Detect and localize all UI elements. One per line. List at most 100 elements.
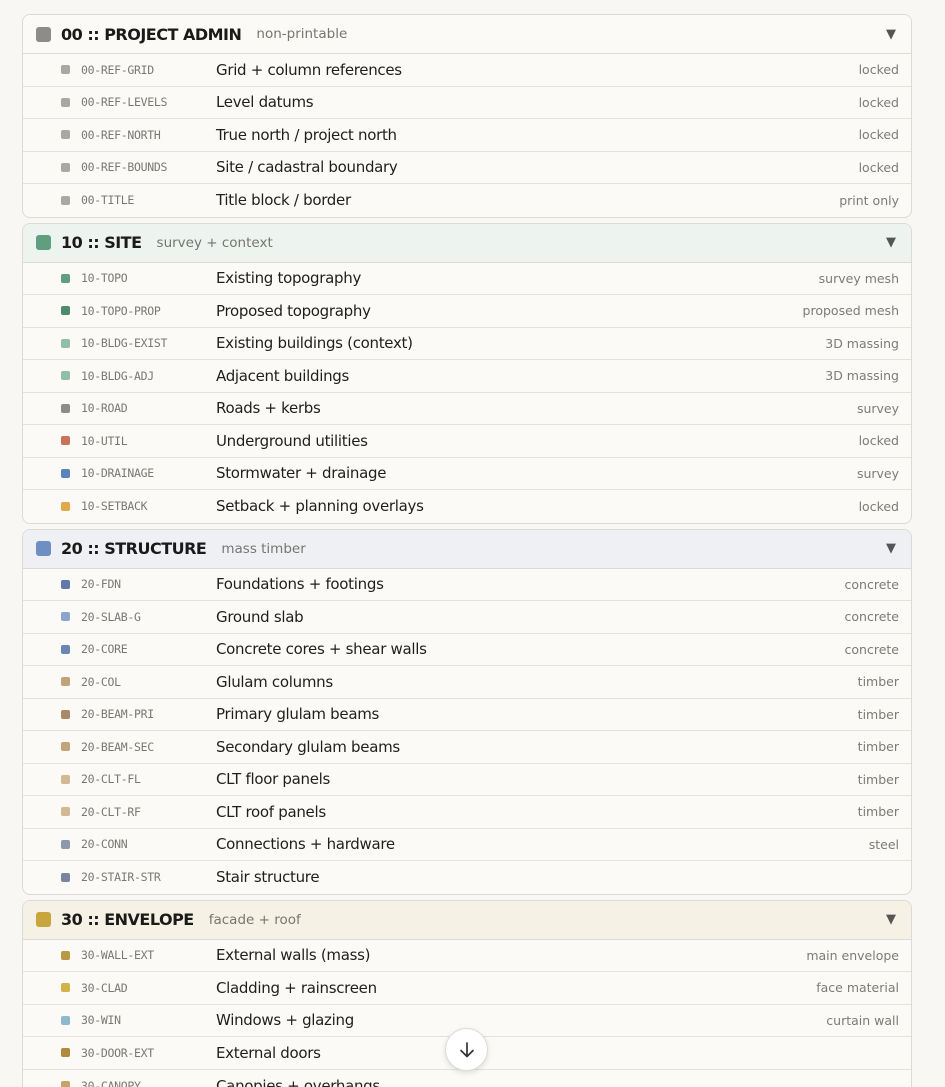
layer-color-swatch: [61, 839, 70, 849]
chevron-down-icon[interactable]: ▼: [884, 912, 898, 927]
layer-color-swatch: [61, 677, 70, 687]
layer-row[interactable]: 20-FDN Foundations + footings concrete: [23, 569, 911, 601]
layer-code: 00-REF-LEVELS: [81, 95, 168, 110]
layer-tag: main envelope: [806, 947, 899, 963]
group-color-swatch: [36, 912, 51, 927]
layer-code: 20-STAIR-STR: [81, 870, 161, 885]
scroll-down-button[interactable]: [445, 1028, 488, 1071]
layer-code: 20-CLT-RF: [81, 804, 141, 819]
layer-row[interactable]: 10-SETBACK Setback + planning overlays loc…: [23, 490, 911, 523]
layer-name: External doors: [216, 1043, 321, 1062]
layer-tag: timber: [857, 706, 899, 722]
layer-row[interactable]: 20-STAIR-STR Stair structure: [23, 861, 911, 894]
layer-row[interactable]: 10-TOPO-PROP Proposed topography proposed …: [23, 295, 911, 328]
layer-name: Title block / border: [216, 191, 351, 210]
layer-color-swatch: [61, 1015, 70, 1025]
chevron-down-icon[interactable]: ▼: [884, 541, 898, 556]
layer-row[interactable]: 10-UTIL Underground utilities locked: [23, 425, 911, 458]
group-title: 20 :: STRUCTURE: [61, 539, 207, 558]
layer-group-header[interactable]: 30 :: ENVELOPE facade + roof ▼: [23, 900, 911, 940]
layer-browser: 00 :: PROJECT ADMIN non-printable ▼ 00-REF-…: [22, 14, 912, 1087]
layer-code: 10-BLDG-ADJ: [81, 368, 154, 383]
layer-row[interactable]: 00-REF-BOUNDS Site / cadastral boundary lo…: [23, 152, 911, 184]
layer-row[interactable]: 20-CONN Connections + hardware steel: [23, 829, 911, 861]
layer-code: 30-WALL-EXT: [81, 948, 154, 963]
layer-tag: proposed mesh: [802, 303, 899, 319]
layer-name: Underground utilities: [216, 431, 368, 450]
layer-code: 00-REF-BOUNDS: [81, 160, 168, 175]
layer-row[interactable]: 10-DRAINAGE Stormwater + drainage survey: [23, 458, 911, 490]
layer-tag: timber: [857, 674, 899, 690]
layer-name: Stair structure: [216, 868, 320, 887]
layer-row[interactable]: 30-CANOPY Canopies + overhangs: [23, 1070, 911, 1087]
layer-row[interactable]: 20-COL Glulam columns timber: [23, 666, 911, 699]
layer-name: Cladding + rainscreen: [216, 978, 377, 997]
layer-name: Glulam columns: [216, 672, 333, 691]
layer-tag: print only: [839, 192, 899, 208]
layer-color-swatch: [61, 774, 70, 784]
layer-row[interactable]: 10-ROAD Roads + kerbs survey: [23, 393, 911, 425]
layer-code: 20-BEAM-SEC: [81, 739, 154, 754]
layer-color-swatch: [61, 97, 70, 107]
layer-code: 00-REF-NORTH: [81, 127, 161, 142]
group-title: 30 :: ENVELOPE: [61, 910, 194, 929]
group-title: 00 :: PROJECT ADMIN: [61, 24, 242, 44]
layer-color-swatch: [61, 807, 70, 817]
layer-tag: concrete: [844, 576, 899, 592]
layer-tag: timber: [857, 739, 899, 755]
layer-code: 00-TITLE: [81, 193, 134, 208]
layer-name: Foundations + footings: [216, 575, 384, 594]
layer-group-header[interactable]: 10 :: SITE survey + context ▼: [23, 223, 911, 263]
layer-row[interactable]: 10-TOPO Existing topography survey mesh: [23, 263, 911, 295]
layer-code: 20-FDN: [81, 577, 121, 592]
layer-color-swatch: [61, 371, 70, 381]
layer-name: Grid + column references: [216, 60, 402, 79]
layer-row[interactable]: 10-BLDG-ADJ Adjacent buildings 3D massing: [23, 360, 911, 393]
layer-color-swatch: [61, 709, 70, 719]
layer-tag: survey: [856, 400, 899, 416]
layer-row[interactable]: 20-SLAB-G Ground slab concrete: [23, 601, 911, 634]
layer-name: Canopies + overhangs: [216, 1076, 380, 1087]
layer-code: 30-CANOPY: [81, 1078, 141, 1087]
layer-row[interactable]: 00-REF-GRID Grid + column references locke…: [23, 54, 911, 87]
layer-color-swatch: [61, 403, 70, 413]
layer-row[interactable]: 00-REF-NORTH True north / project north lo…: [23, 119, 911, 152]
layer-row[interactable]: 20-BEAM-SEC Secondary glulam beams timber: [23, 731, 911, 764]
layer-tag: locked: [858, 94, 899, 110]
layer-row[interactable]: 20-CORE Concrete cores + shear walls concr…: [23, 634, 911, 666]
layer-row[interactable]: 20-CLT-FL CLT floor panels timber: [23, 764, 911, 796]
layer-name: External walls (mass): [216, 946, 371, 965]
layer-code: 30-WIN: [81, 1013, 121, 1028]
layer-group-header[interactable]: 00 :: PROJECT ADMIN non-printable ▼: [23, 15, 911, 54]
layer-tag: 3D massing: [825, 335, 899, 351]
layer-group: 00 :: PROJECT ADMIN non-printable ▼ 00-REF-…: [22, 14, 912, 218]
layer-code: 30-DOOR-EXT: [81, 1045, 154, 1060]
layer-code: 10-DRAINAGE: [81, 466, 154, 481]
layer-code: 10-BLDG-EXIST: [81, 336, 168, 351]
layer-row[interactable]: 20-CLT-RF CLT roof panels timber: [23, 796, 911, 829]
layer-tag: locked: [858, 127, 899, 143]
layer-group-header[interactable]: 20 :: STRUCTURE mass timber ▼: [23, 529, 911, 569]
layer-color-swatch: [61, 579, 70, 589]
layer-row[interactable]: 30-CLAD Cladding + rainscreen face materia…: [23, 972, 911, 1005]
layer-code: 30-CLAD: [81, 980, 128, 995]
layer-group: 20 :: STRUCTURE mass timber ▼20-FDN Foundat…: [22, 528, 912, 895]
layer-color-swatch: [61, 338, 70, 348]
layer-code: 10-SETBACK: [81, 499, 148, 514]
layer-row[interactable]: 20-BEAM-PRI Primary glulam beams timber: [23, 699, 911, 731]
layer-name: Stormwater + drainage: [216, 464, 387, 483]
layer-tag: timber: [857, 771, 899, 787]
chevron-down-icon[interactable]: ▼: [884, 27, 898, 42]
layer-name: Existing topography: [216, 269, 362, 288]
arrow-down-icon: [459, 1041, 474, 1057]
chevron-down-icon[interactable]: ▼: [884, 235, 898, 250]
layer-row[interactable]: 00-REF-LEVELS Level datums locked: [23, 87, 911, 119]
layer-name: Connections + hardware: [216, 835, 395, 854]
layer-tag: concrete: [844, 609, 899, 625]
layer-tag: locked: [858, 498, 899, 514]
layer-row[interactable]: 10-BLDG-EXIST Existing buildings (context…: [23, 328, 911, 360]
layer-row[interactable]: 00-TITLE Title block / border print only: [23, 184, 911, 217]
layer-code: 20-CONN: [81, 837, 128, 852]
layer-row[interactable]: 30-WALL-EXT External walls (mass) main env…: [23, 940, 911, 972]
layer-tag: locked: [858, 159, 899, 175]
